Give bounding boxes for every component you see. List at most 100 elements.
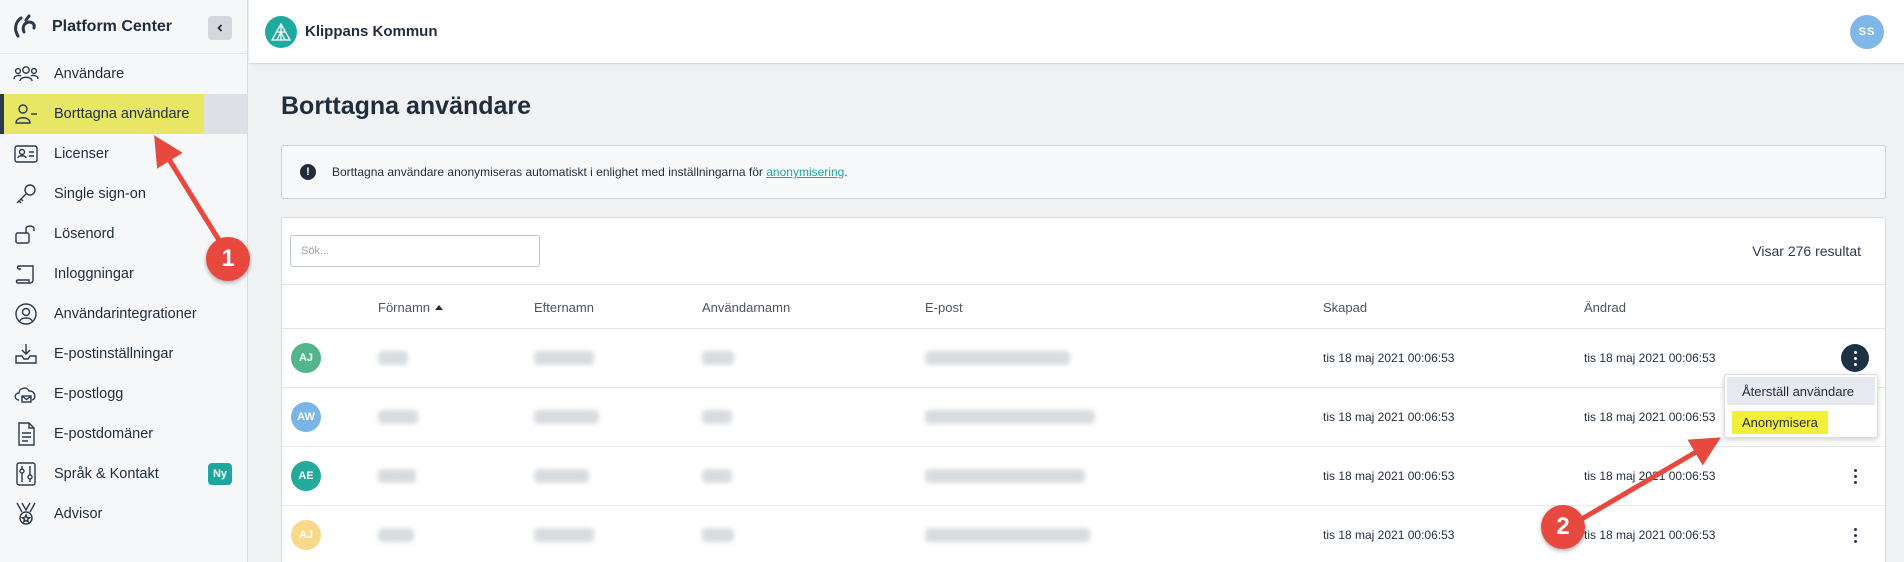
page-title: Borttagna användare: [281, 92, 532, 120]
exclamation-icon: !: [300, 164, 316, 180]
id-card-icon: [12, 142, 40, 166]
document-icon: [12, 422, 40, 446]
table-header: Förnamn Efternamn Användarnamn E-post Sk…: [282, 284, 1885, 329]
modified-date: tis 18 maj 2021 00:06:53: [1584, 528, 1716, 542]
restore-user-menu-item[interactable]: Återställ användare: [1727, 377, 1875, 405]
blurred-lastname: [534, 469, 589, 483]
sidebar-item-label: Användare: [54, 66, 125, 82]
info-text-suffix: .: [844, 165, 848, 179]
users-table-card: Visar 276 resultat Förnamn Efternamn Anv…: [281, 217, 1886, 562]
avatar: AJ: [291, 520, 321, 550]
sidebar-item-label: Inloggningar: [54, 266, 134, 282]
sidebar-item-licenser[interactable]: Licenser: [0, 134, 247, 174]
collapse-sidebar-button[interactable]: [208, 16, 232, 40]
row-actions-button[interactable]: [1841, 521, 1869, 549]
column-header-created[interactable]: Skapad: [1323, 300, 1367, 315]
sidebar-item-label: Användarintegrationer: [54, 306, 197, 322]
avatar: AW: [291, 402, 321, 432]
column-header-email[interactable]: E-post: [925, 300, 963, 315]
anonymize-menu-item[interactable]: Anonymisera: [1725, 407, 1877, 437]
chevron-left-icon: [217, 24, 223, 32]
row-actions-button[interactable]: [1841, 344, 1869, 372]
blurred-firstname: [378, 410, 418, 424]
sidebar-item-borttagna-anvandare[interactable]: Borttagna användare: [0, 94, 247, 134]
anonymization-link[interactable]: anonymisering: [766, 165, 844, 179]
sidebar-item-advisor[interactable]: Advisor: [0, 494, 247, 534]
row-actions-button[interactable]: [1841, 462, 1869, 490]
row-actions-menu: Återställ användare Anonymisera: [1724, 374, 1878, 438]
organization-logo-icon: [265, 16, 297, 48]
platform-logo-icon: [14, 14, 36, 37]
blurred-email: [925, 410, 1095, 424]
table-row[interactable]: AJ tis 18 maj 2021 00:06:53 tis 18 maj 2…: [282, 329, 1885, 388]
created-date: tis 18 maj 2021 00:06:53: [1323, 351, 1455, 365]
annotation-step-1: 1: [206, 237, 250, 281]
anonymize-label: Anonymisera: [1732, 410, 1828, 434]
topbar: Klippans Kommun SS: [249, 0, 1904, 64]
sidebar-item-e-postdomaner[interactable]: E-postdomäner: [0, 414, 247, 454]
sidebar-item-sprak-kontakt[interactable]: Språk & Kontakt Ny: [0, 454, 247, 494]
user-avatar[interactable]: SS: [1850, 15, 1884, 49]
avatar: AJ: [291, 343, 321, 373]
sidebar-item-label: E-postlogg: [54, 386, 124, 402]
sidebar-item-label: Borttagna användare: [54, 106, 190, 122]
created-date: tis 18 maj 2021 00:06:53: [1323, 528, 1455, 542]
sidebar-item-label: Licenser: [54, 146, 109, 162]
sidebar-item-label: Språk & Kontakt: [54, 466, 159, 482]
blurred-username: [702, 410, 732, 424]
blurred-username: [702, 351, 734, 365]
sidebar-nav: Användare Borttagna användare Licenser S…: [0, 54, 247, 534]
blurred-email: [925, 469, 1085, 483]
sidebar-item-label: Single sign-on: [54, 186, 146, 202]
sidebar-item-anvandarintegrationer[interactable]: Användarintegrationer: [0, 294, 247, 334]
sliders-icon: [12, 462, 40, 486]
blurred-firstname: [378, 469, 416, 483]
modified-date: tis 18 maj 2021 00:06:53: [1584, 469, 1716, 483]
info-banner: ! Borttagna användare anonymiseras autom…: [281, 145, 1886, 199]
column-header-username[interactable]: Användarnamn: [702, 300, 790, 315]
annotation-step-2: 2: [1541, 505, 1585, 549]
user-minus-icon: [12, 102, 40, 126]
sidebar-item-e-postinstallningar[interactable]: E-postinställningar: [0, 334, 247, 374]
users-icon: [12, 62, 40, 86]
column-label: Förnamn: [378, 300, 431, 315]
table-row[interactable]: AW tis 18 maj 2021 00:06:53 tis 18 maj 2…: [282, 388, 1885, 447]
medal-icon: [12, 502, 40, 526]
created-date: tis 18 maj 2021 00:06:53: [1323, 410, 1455, 424]
sidebar-item-single-sign-on[interactable]: Single sign-on: [0, 174, 247, 214]
cloud-mail-icon: [12, 382, 40, 406]
table-row[interactable]: AJ tis 18 maj 2021 00:06:53 tis 18 maj 2…: [282, 506, 1885, 562]
sidebar-item-label: E-postinställningar: [54, 346, 174, 362]
sidebar-item-label: Lösenord: [54, 226, 115, 242]
key-icon: [12, 182, 40, 206]
blurred-lastname: [534, 351, 594, 365]
info-text-body: Borttagna användare anonymiseras automat…: [332, 165, 767, 179]
table-row[interactable]: AE tis 18 maj 2021 00:06:53 tis 18 maj 2…: [282, 447, 1885, 506]
blurred-lastname: [534, 410, 599, 424]
blurred-username: [702, 528, 734, 542]
blurred-firstname: [378, 528, 414, 542]
column-header-modified[interactable]: Ändrad: [1584, 300, 1626, 315]
search-input[interactable]: [290, 235, 540, 267]
created-date: tis 18 maj 2021 00:06:53: [1323, 469, 1455, 483]
blurred-username: [702, 469, 732, 483]
result-count: Visar 276 resultat: [1752, 243, 1861, 259]
column-header-lastname[interactable]: Efternamn: [534, 300, 594, 315]
modified-date: tis 18 maj 2021 00:06:53: [1584, 410, 1716, 424]
info-text: Borttagna användare anonymiseras automat…: [332, 165, 848, 179]
sidebar-item-e-postlogg[interactable]: E-postlogg: [0, 374, 247, 414]
brand-title: Platform Center: [52, 17, 173, 35]
sidebar-item-anvandare[interactable]: Användare: [0, 54, 247, 94]
organization-name: Klippans Kommun: [305, 23, 438, 40]
blurred-email: [925, 351, 1070, 365]
avatar: AE: [291, 461, 321, 491]
lock-open-icon: [12, 222, 40, 246]
inbox-download-icon: [12, 342, 40, 366]
blurred-email: [925, 528, 1090, 542]
sidebar-item-label: E-postdomäner: [54, 426, 154, 442]
column-header-firstname[interactable]: Förnamn: [378, 300, 444, 315]
sort-ascending-icon: [435, 305, 444, 310]
new-badge: Ny: [208, 463, 232, 485]
blurred-firstname: [378, 351, 408, 365]
scroll-icon: [12, 262, 40, 286]
